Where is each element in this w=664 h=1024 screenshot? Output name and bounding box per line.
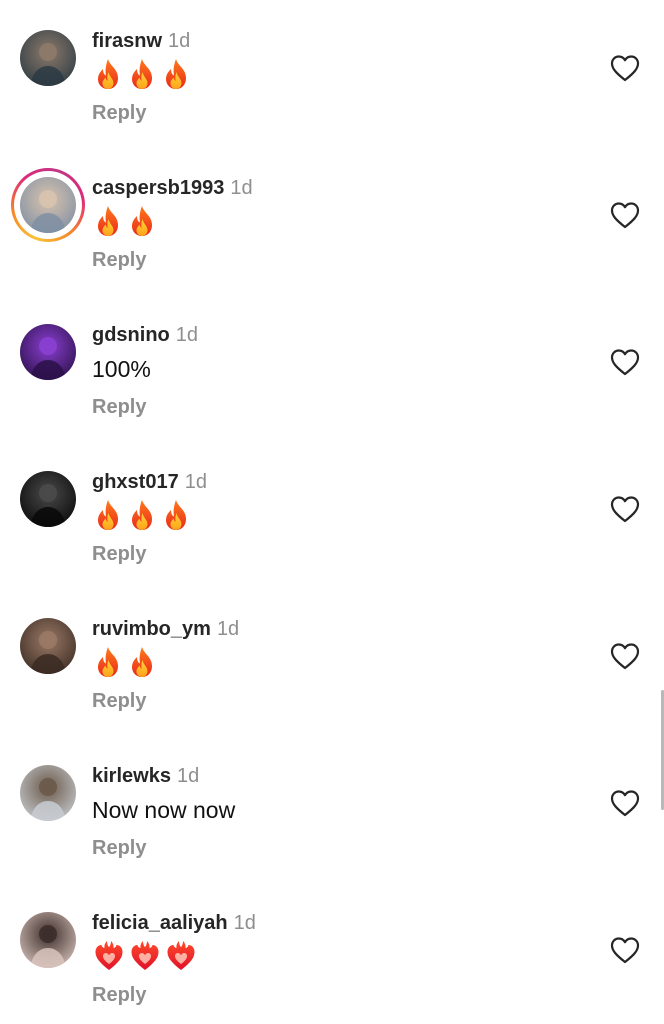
- reply-button[interactable]: Reply: [92, 396, 146, 419]
- heart-outline-icon[interactable]: [610, 789, 640, 817]
- comment-timestamp: 1d: [184, 471, 207, 493]
- comment-header: caspersb1993 1d: [92, 175, 253, 201]
- comment-item: kirlewks 1d Now now now Reply: [0, 735, 664, 882]
- heart-outline-icon[interactable]: [610, 348, 640, 376]
- comment-text: Now now now: [92, 797, 236, 823]
- heart-on-fire-emoji-icon: [166, 940, 196, 977]
- heart-on-fire-emoji-icon: [94, 940, 124, 977]
- reply-button[interactable]: Reply: [92, 249, 146, 272]
- username-link[interactable]: caspersb1993: [92, 177, 224, 199]
- comment-item: ruvimbo_ym 1d Reply: [0, 588, 664, 735]
- comment-item: ghxst017 1d Reply: [0, 441, 664, 588]
- fire-emoji-icon: [94, 58, 122, 95]
- fire-emoji-icon: [128, 58, 156, 95]
- comment-timestamp: 1d: [216, 618, 240, 640]
- comment-item: felicia_aaliyah 1d Reply: [0, 882, 664, 1024]
- comment-header: kirlewks 1d: [92, 763, 199, 789]
- avatar[interactable]: [20, 30, 76, 86]
- avatar[interactable]: [11, 168, 85, 242]
- avatar[interactable]: [20, 324, 76, 380]
- fire-emoji-icon: [128, 499, 156, 536]
- username-link[interactable]: ruvimbo_ym: [92, 618, 211, 640]
- comment-timestamp: 1d: [175, 324, 199, 346]
- comment-emoji-row: [94, 940, 196, 977]
- comment-header: firasnw 1d: [92, 28, 190, 54]
- comment-item: gdsnino 1d 100% Reply: [0, 294, 664, 441]
- username-link[interactable]: firasnw: [92, 30, 162, 52]
- heart-outline-icon[interactable]: [610, 201, 640, 229]
- comment-timestamp: 1d: [168, 30, 191, 52]
- heart-outline-icon[interactable]: [610, 642, 640, 670]
- comment-item: caspersb1993 1d Reply: [0, 147, 664, 294]
- comment-emoji-row: [94, 646, 156, 683]
- comment-header: felicia_aaliyah 1d: [92, 910, 256, 936]
- comment-emoji-row: [94, 58, 190, 95]
- comment-text: 100%: [92, 356, 151, 382]
- fire-emoji-icon: [94, 646, 122, 683]
- username-link[interactable]: kirlewks: [92, 765, 171, 787]
- comment-header: ghxst017 1d: [92, 469, 207, 495]
- avatar[interactable]: [20, 618, 76, 674]
- reply-button[interactable]: Reply: [92, 102, 146, 125]
- fire-emoji-icon: [162, 58, 190, 95]
- comment-timestamp: 1d: [233, 912, 256, 934]
- username-link[interactable]: felicia_aaliyah: [92, 912, 228, 934]
- comment-emoji-row: [94, 499, 190, 536]
- fire-emoji-icon: [128, 646, 156, 683]
- heart-outline-icon[interactable]: [610, 936, 640, 964]
- username-link[interactable]: ghxst017: [92, 471, 179, 493]
- reply-button[interactable]: Reply: [92, 690, 146, 713]
- avatar[interactable]: [20, 765, 76, 821]
- avatar[interactable]: [20, 471, 76, 527]
- comments-list: firasnw 1d Reply caspersb1993 1d Reply gdsnino…: [0, 0, 664, 1024]
- username-link[interactable]: gdsnino: [92, 324, 170, 346]
- reply-button[interactable]: Reply: [92, 984, 146, 1007]
- fire-emoji-icon: [94, 499, 122, 536]
- fire-emoji-icon: [94, 205, 122, 242]
- comment-header: gdsnino 1d: [92, 322, 198, 348]
- comment-timestamp: 1d: [176, 765, 200, 787]
- avatar[interactable]: [20, 912, 76, 968]
- fire-emoji-icon: [162, 499, 190, 536]
- heart-on-fire-emoji-icon: [130, 940, 160, 977]
- heart-outline-icon[interactable]: [610, 54, 640, 82]
- comment-header: ruvimbo_ym 1d: [92, 616, 239, 642]
- comment-timestamp: 1d: [230, 177, 253, 199]
- comment-item: firasnw 1d Reply: [0, 0, 664, 147]
- comment-emoji-row: [94, 205, 156, 242]
- reply-button[interactable]: Reply: [92, 837, 146, 860]
- reply-button[interactable]: Reply: [92, 543, 146, 566]
- fire-emoji-icon: [128, 205, 156, 242]
- heart-outline-icon[interactable]: [610, 495, 640, 523]
